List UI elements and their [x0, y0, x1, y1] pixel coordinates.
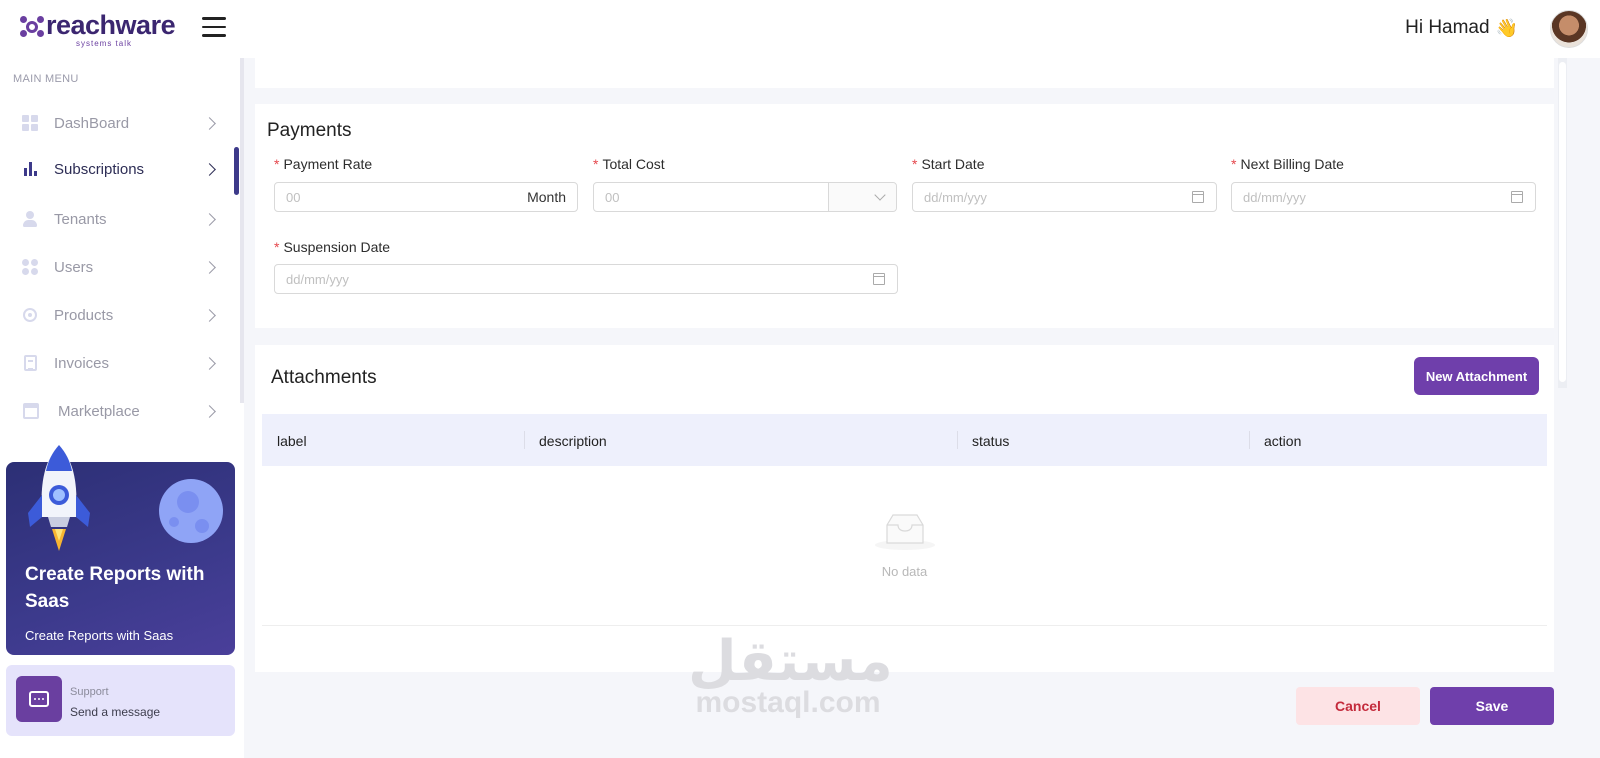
total-cost-input[interactable]: 00 [593, 182, 897, 212]
column-header-label[interactable]: label [277, 433, 307, 449]
attachments-table-header: label description status action [262, 414, 1547, 466]
chevron-right-icon [203, 162, 216, 176]
logo-tagline: systems talk [76, 39, 133, 48]
calendar-icon [1511, 191, 1523, 203]
chevron-right-icon [203, 212, 216, 226]
sidebar-scrollbar[interactable] [240, 58, 244, 403]
column-divider [524, 431, 525, 449]
previous-section-card [255, 58, 1554, 88]
start-date-label: * Start Date [912, 156, 985, 172]
suspension-date-label: * Suspension Date [274, 239, 391, 255]
suspension-date-placeholder: dd/mm/yyy [286, 271, 349, 287]
payment-rate-label: * Payment Rate [274, 156, 373, 172]
sidebar-item-label: Invoices [54, 354, 110, 372]
sidebar-item-label: Tenants [54, 210, 107, 228]
promo-title: Create Reports with Saas [25, 564, 205, 612]
sidebar-item-label: Products [54, 306, 114, 324]
empty-inbox-icon [875, 514, 935, 550]
promo-subtitle: Create Reports with Saas [25, 628, 174, 643]
reachware-logo[interactable]: reachware systems talk [20, 10, 176, 48]
suspension-date-picker[interactable]: dd/mm/yyy [274, 264, 898, 294]
new-attachment-button[interactable]: New Attachment [1414, 357, 1539, 395]
attachments-table-empty: No data [262, 466, 1547, 626]
sidebar-item-label: Marketplace [58, 402, 140, 420]
next-billing-date-picker[interactable]: dd/mm/yyy [1231, 182, 1536, 212]
chevron-right-icon [203, 404, 216, 418]
payment-rate-placeholder: 00 [286, 189, 301, 205]
invoice-icon [22, 355, 38, 371]
sidebar-item-users[interactable]: Users [0, 247, 240, 287]
sidebar-item-subscriptions[interactable]: Subscriptions [0, 149, 240, 189]
user-avatar[interactable] [1550, 10, 1588, 48]
sidebar-item-invoices[interactable]: Invoices [0, 343, 240, 383]
support-title: Support [70, 686, 109, 698]
next-billing-date-label: * Next Billing Date [1231, 156, 1344, 172]
support-card[interactable]: Support Send a message [6, 665, 235, 736]
sidebar-item-marketplace[interactable]: Marketplace [0, 391, 240, 431]
user-icon [22, 211, 38, 227]
next-billing-date-placeholder: dd/mm/yyy [1243, 189, 1306, 205]
calendar-icon [873, 273, 885, 285]
sidebar-item-label: Users [54, 258, 94, 276]
main-menu-heading: MAIN MENU [13, 73, 79, 85]
chevron-right-icon [203, 356, 216, 370]
currency-select[interactable] [828, 183, 896, 211]
active-indicator [234, 147, 239, 195]
wave-emoji-icon: 👋 [1495, 17, 1518, 38]
user-greeting: Hi Hamad 👋 [1405, 17, 1518, 39]
sidebar-item-dashboard[interactable]: DashBoard [0, 103, 240, 143]
sidebar-item-label: Subscriptions [54, 160, 145, 178]
users-icon [22, 259, 38, 275]
target-icon [22, 307, 38, 323]
rocket-illustration-icon [28, 445, 90, 551]
menu-toggle-icon[interactable] [202, 17, 226, 37]
save-button[interactable]: Save [1430, 687, 1554, 725]
chat-icon [16, 676, 62, 722]
sidebar: MAIN MENU DashBoard Subscriptions Tenant… [0, 58, 244, 758]
column-divider [1249, 431, 1250, 449]
sidebar-item-products[interactable]: Products [0, 295, 240, 335]
sidebar-item-tenants[interactable]: Tenants [0, 199, 240, 239]
chevron-right-icon [203, 260, 216, 274]
column-header-description[interactable]: description [539, 433, 607, 449]
logo-mark-icon [20, 16, 44, 38]
dashboard-icon [22, 115, 38, 131]
payment-rate-suffix: Month [527, 189, 566, 205]
calendar-icon [1192, 191, 1204, 203]
greeting-text: Hi Hamad [1405, 17, 1490, 38]
no-data-text: No data [881, 564, 928, 579]
support-subtitle: Send a message [70, 705, 161, 719]
start-date-picker[interactable]: dd/mm/yyy [912, 182, 1217, 212]
column-divider [957, 431, 958, 449]
cancel-button[interactable]: Cancel [1296, 687, 1420, 725]
chevron-right-icon [203, 308, 216, 322]
payment-rate-input[interactable]: 00 Month [274, 182, 578, 212]
total-cost-label: * Total Cost [593, 156, 665, 172]
sidebar-item-label: DashBoard [54, 114, 130, 132]
moon-illustration-icon [159, 479, 223, 543]
attachments-title: Attachments [271, 367, 377, 388]
column-header-status[interactable]: status [972, 433, 1009, 449]
bar-chart-icon [22, 161, 38, 177]
column-header-action[interactable]: action [1264, 433, 1301, 449]
payments-title: Payments [267, 120, 352, 141]
payments-section: Payments * Payment Rate 00 Month * Total C… [255, 104, 1554, 328]
top-bar: reachware systems talk Hi Hamad 👋 [0, 0, 1600, 58]
attachments-section: Attachments New Attachment label descrip… [255, 345, 1554, 672]
start-date-placeholder: dd/mm/yyy [924, 189, 987, 205]
page-scrollbar[interactable] [1558, 58, 1567, 388]
logo-name: reachware [46, 10, 176, 40]
total-cost-placeholder: 00 [605, 189, 620, 205]
chevron-right-icon [203, 116, 216, 130]
store-icon [23, 403, 39, 419]
